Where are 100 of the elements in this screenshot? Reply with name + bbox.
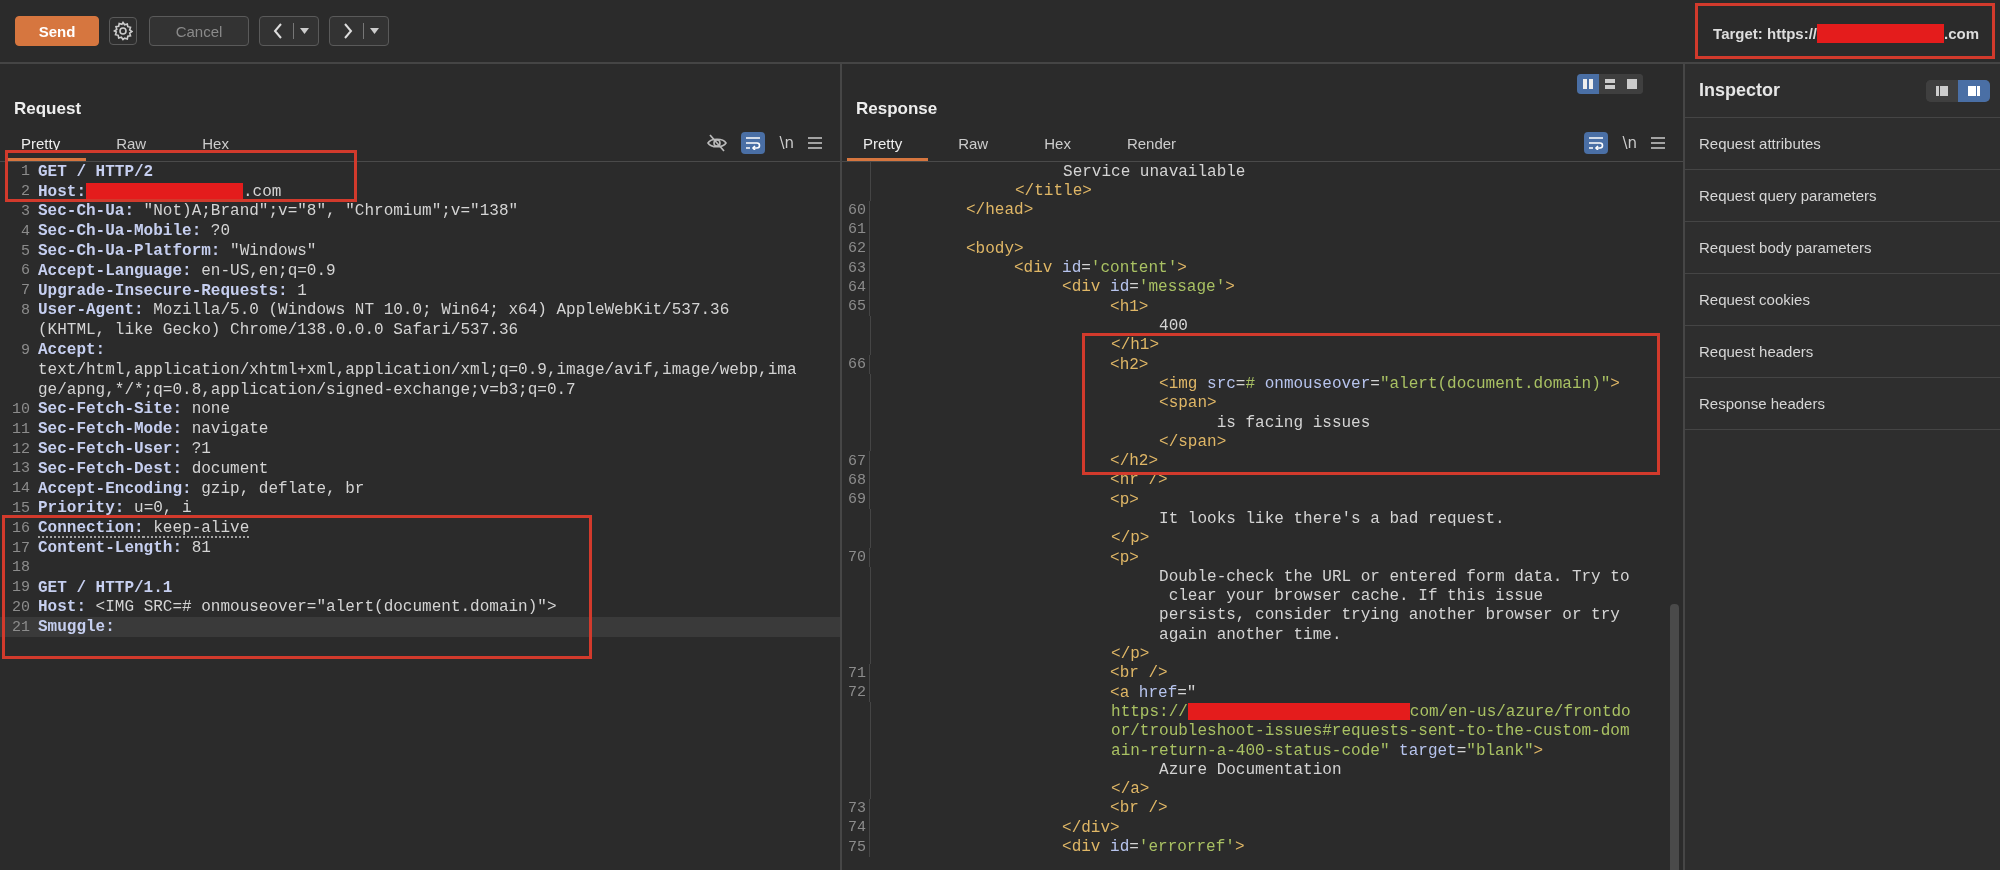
code-text: Smuggle: <box>38 618 115 637</box>
line-number: 62 <box>842 239 870 259</box>
inspector-section[interactable]: Request headers <box>1685 326 2000 378</box>
wrap-icon <box>745 135 762 150</box>
code-text: </h2> <box>1110 452 1159 471</box>
line-number: 75 <box>842 837 870 857</box>
code-text: ain-return-a-400-status-code" target="blank"> <box>1111 741 1544 760</box>
code-text: Sec-Fetch-Site: none <box>38 400 231 419</box>
menu-icon[interactable] <box>1651 136 1665 149</box>
caret-icon <box>300 28 309 34</box>
line-number: 19 <box>11 579 30 597</box>
line-number: 12 <box>11 440 30 458</box>
line-number: 3 <box>20 203 30 220</box>
code-text: ge/apng,*/*;q=0.8,application/signed-exchange;v=b3;q=0.7 <box>38 380 576 399</box>
line-number: 10 <box>11 400 30 418</box>
code-text: Azure Documentation <box>1159 760 1342 779</box>
code-text: </h1> <box>1111 336 1160 355</box>
code-text: Accept-Language: en-US,en;q=0.9 <box>38 261 336 280</box>
rows-icon <box>1605 79 1615 89</box>
code-text: 400 <box>1159 317 1188 335</box>
code-text: Service unavailable <box>1063 162 1246 181</box>
tab[interactable]: Hex <box>1018 124 1097 161</box>
code-text: <br /> <box>1110 664 1168 683</box>
code-text: Accept: <box>38 341 106 360</box>
word-wrap-button[interactable] <box>1584 131 1609 154</box>
code-text: </div> <box>1062 818 1120 837</box>
line-number: 60 <box>842 200 870 220</box>
line-number: 61 <box>842 219 870 240</box>
line-number: 64 <box>842 277 870 298</box>
line-number: 72 <box>842 683 870 703</box>
target-text: .com <box>1944 24 1979 42</box>
code-text: is facing issues <box>1216 413 1371 432</box>
target-text: Target: https:// <box>1713 24 1817 42</box>
code-text: Accept-Encoding: gzip, deflate, br <box>38 479 365 498</box>
word-wrap-button[interactable] <box>741 131 766 154</box>
code-text: <p> <box>1110 548 1139 567</box>
inspector-section[interactable]: Request cookies <box>1685 274 2000 326</box>
inspector-section[interactable]: Request body parameters <box>1685 222 2000 274</box>
inspector-section[interactable]: Request query parameters <box>1685 170 2000 222</box>
code-text: <p> <box>1110 490 1139 509</box>
line-number: 8 <box>20 301 30 319</box>
code-text: <body> <box>966 239 1024 258</box>
line-number: 7 <box>20 282 30 300</box>
line-number: 69 <box>842 490 870 510</box>
line-number: 17 <box>11 539 30 557</box>
code-text: GET / HTTP/2 <box>38 162 154 181</box>
code-text: </a> <box>1111 780 1150 799</box>
code-text: Sec-Ch-Ua: "Not)A;Brand";v="8", "Chromium";v="138" <box>38 202 519 221</box>
line-number: 63 <box>842 258 870 278</box>
inspector-section[interactable]: Request attributes <box>1685 118 2000 170</box>
code-text: </head> <box>966 201 1034 220</box>
code-text: Sec-Ch-Ua-Mobile: ?0 <box>38 222 231 241</box>
code-text: Priority: u=0, i <box>38 499 192 518</box>
code-text: </title> <box>1015 181 1092 200</box>
settings-icon <box>113 21 133 41</box>
caret-icon <box>370 28 379 34</box>
wrap-icon <box>1588 135 1605 150</box>
tab[interactable]: Pretty <box>5 124 87 161</box>
sidebar-right-icon <box>1968 85 1980 96</box>
line-number: 68 <box>842 470 870 491</box>
forward-button[interactable] <box>329 16 389 46</box>
sidebar-left-icon <box>1936 85 1948 96</box>
tab[interactable]: Render <box>1100 124 1203 161</box>
code-text: persists, consider trying another browser or try <box>1159 606 1620 625</box>
code-text: text/html,application/xhtml+xml,application/xml;q=0.9,image/avif,image/webp,ima <box>38 360 797 379</box>
tab[interactable]: Raw <box>932 124 1015 161</box>
scrollbar[interactable] <box>1670 604 1679 870</box>
line-number: 16 <box>11 519 30 537</box>
line-number: 9 <box>20 341 30 359</box>
code-text: https:// <box>1111 702 1188 721</box>
layout-button[interactable] <box>1958 79 1990 102</box>
tab[interactable]: Hex <box>176 124 255 161</box>
code-text: com/en-us/azure/frontdo <box>1409 702 1631 721</box>
line-number: 71 <box>842 663 870 683</box>
tab[interactable]: Raw <box>90 124 173 161</box>
back-button[interactable] <box>259 16 319 46</box>
code-text: again another time. <box>1159 625 1342 644</box>
pane-title: Response <box>855 98 939 120</box>
eye-slash-icon[interactable] <box>707 133 728 152</box>
menu-icon[interactable] <box>808 136 822 149</box>
code-text: Host: <box>38 182 86 201</box>
line-number: 70 <box>842 547 870 568</box>
code-text: <span> <box>1159 394 1217 413</box>
code-text: It looks like there's a bad request. <box>1159 510 1505 528</box>
newline-toggle[interactable]: \n <box>779 133 794 152</box>
newline-toggle[interactable]: \n <box>1622 133 1637 152</box>
code-text: Sec-Ch-Ua-Platform: "Windows" <box>38 242 317 261</box>
code-text: clear your browser cache. If this issue <box>1168 587 1544 606</box>
inspector-section[interactable]: Response headers <box>1685 378 2000 430</box>
code-text: Sec-Fetch-Mode: navigate <box>38 420 269 439</box>
pane-title: Request <box>13 98 83 120</box>
code-text: <div id='content'> <box>1014 259 1187 278</box>
code-text: <div id='errorref'> <box>1062 838 1245 857</box>
code-text: <a href=" <box>1110 683 1197 702</box>
code-text: <div id='message'> <box>1062 278 1235 297</box>
line-number: 65 <box>842 297 870 317</box>
settings-button[interactable] <box>109 17 137 45</box>
line-number: 6 <box>20 262 30 280</box>
panel-title: Inspector <box>1699 80 1781 101</box>
tab[interactable]: Pretty <box>847 124 929 161</box>
